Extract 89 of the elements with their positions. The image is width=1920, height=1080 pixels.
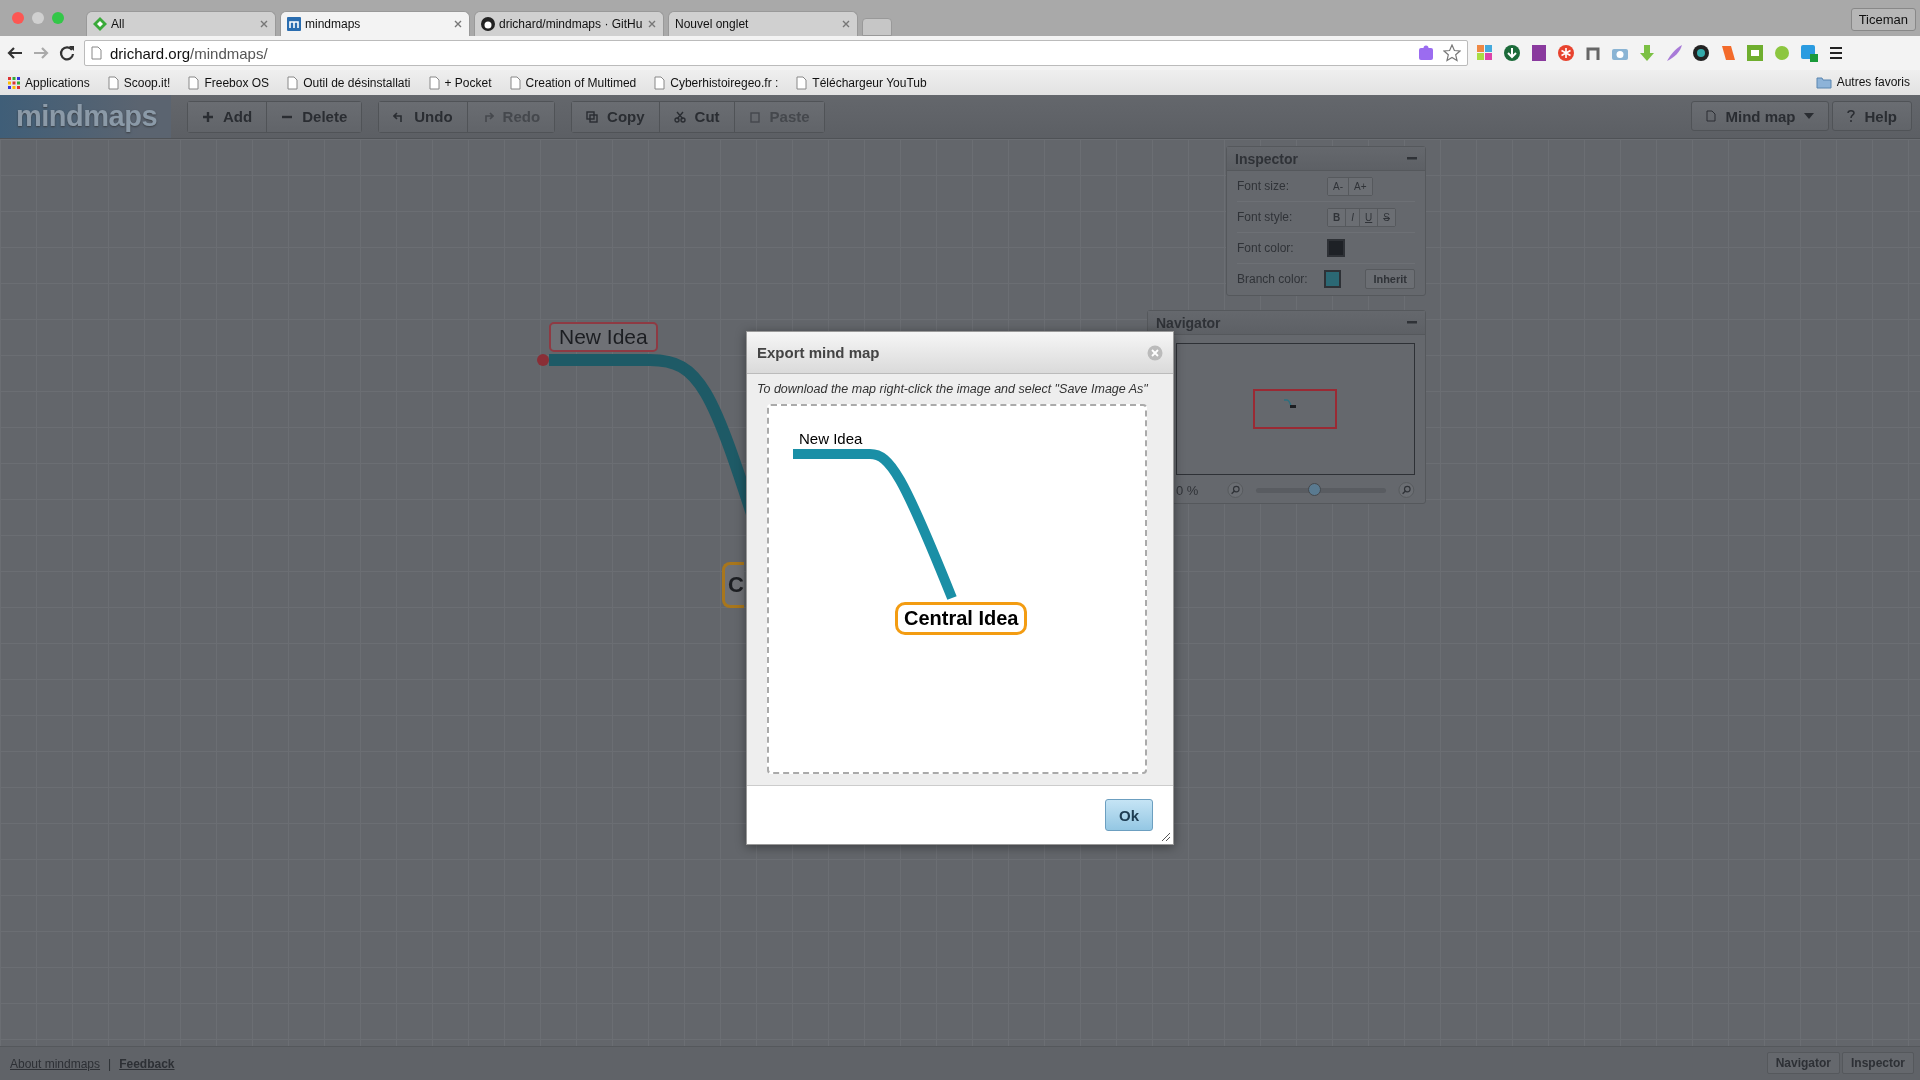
bookmark-link[interactable]: Téléchargeur YouTub [796, 75, 927, 90]
browser-tab[interactable]: mindmaps [280, 11, 470, 36]
download-icon[interactable] [1503, 44, 1521, 62]
help-button[interactable]: Help [1832, 101, 1912, 131]
toolbar-button[interactable]: Cut [659, 101, 735, 132]
collapse-icon[interactable] [1407, 320, 1417, 325]
plus-icon [202, 110, 215, 123]
ok-button[interactable]: Ok [1105, 799, 1153, 831]
bookmark-link[interactable]: Applications [8, 75, 90, 90]
page-icon [107, 75, 119, 90]
copy-icon [586, 110, 599, 123]
toolbar-button[interactable]: Delete [267, 101, 362, 132]
bookmark-link[interactable]: Creation of Multimed [509, 75, 637, 90]
zoom-out-icon[interactable] [1227, 481, 1245, 499]
menu-icon[interactable] [1827, 44, 1845, 62]
font-style-button[interactable]: U [1360, 208, 1379, 226]
close-icon[interactable] [453, 19, 463, 29]
star-icon[interactable] [1443, 44, 1461, 62]
folder-icon [1815, 75, 1832, 89]
scissors-icon [673, 110, 686, 123]
app-logo: mindmaps [0, 95, 172, 138]
page-icon [287, 75, 299, 90]
reload-icon[interactable] [58, 44, 76, 62]
new-tab-button[interactable] [862, 18, 892, 36]
close-icon[interactable] [841, 19, 851, 29]
panel-toggle-button[interactable]: Inspector [1842, 1052, 1914, 1074]
collapse-icon[interactable] [1407, 156, 1417, 161]
toolbar-button[interactable]: Add [188, 101, 268, 132]
apps-grid-icon [8, 76, 20, 89]
bookmark-link[interactable]: Outil de désinstallati [287, 75, 411, 90]
browser-tab[interactable]: All [86, 11, 276, 36]
circle-icon [481, 17, 495, 31]
font-style-button[interactable]: I [1346, 208, 1360, 226]
profile-button[interactable]: Ticeman [1850, 8, 1916, 31]
close-icon[interactable] [1147, 344, 1163, 361]
inherit-button[interactable]: Inherit [1365, 269, 1415, 289]
bookmark-link[interactable]: Scoop.it! [107, 75, 171, 90]
color-swatch[interactable] [1327, 239, 1345, 257]
page-icon [654, 75, 666, 90]
mindmap-node[interactable]: New Idea [549, 322, 658, 352]
toolbar-button[interactable]: Copy [572, 101, 660, 132]
address-field[interactable]: drichard.org/mindmaps/ [84, 40, 1468, 66]
close-icon[interactable] [259, 19, 269, 29]
lens-icon[interactable] [1692, 44, 1710, 62]
font-style-button[interactable]: S [1378, 208, 1395, 226]
panel-toggle-button[interactable]: Navigator [1766, 1052, 1840, 1074]
font-size-button[interactable]: A- [1328, 177, 1349, 195]
grid-icon[interactable] [1476, 44, 1494, 62]
question-icon [1847, 110, 1856, 122]
branch-dot-icon [537, 354, 549, 366]
page-icon [796, 75, 808, 90]
diamond-icon [93, 17, 107, 31]
close-window-icon[interactable] [12, 12, 24, 24]
dialog-hint: To download the map right-click the image and select "Save Image As" [756, 381, 1149, 396]
arrow-down-icon[interactable] [1638, 44, 1656, 62]
branch-drawing [1283, 399, 1297, 409]
bookmark-folder[interactable]: Autres favoris [1815, 75, 1910, 89]
color-swatch[interactable] [1323, 270, 1342, 288]
minimize-window-icon[interactable] [32, 12, 44, 24]
bookmark-link[interactable]: + Pocket [428, 75, 492, 90]
caret-icon [1804, 113, 1815, 119]
menu-button[interactable]: Mind map [1691, 101, 1830, 131]
font-style-button[interactable]: B [1328, 208, 1347, 226]
mindmap-node[interactable]: C [722, 562, 744, 608]
asterisk-icon[interactable] [1557, 44, 1575, 62]
browser-tab[interactable]: Nouvel onglet [668, 11, 858, 36]
zoom-in-icon[interactable] [1398, 481, 1415, 499]
separator: | [108, 1056, 112, 1071]
close-icon[interactable] [647, 19, 657, 29]
page-icon [91, 46, 102, 60]
font-size-button[interactable]: A+ [1349, 177, 1372, 195]
page-icon [188, 75, 200, 90]
document-icon [1706, 110, 1717, 122]
dot-icon[interactable] [1773, 44, 1791, 62]
clipboard-icon [748, 110, 761, 123]
resize-grip-icon[interactable] [1161, 832, 1171, 842]
bookmark-link[interactable]: Freebox OS [188, 75, 270, 90]
slider-thumb[interactable] [1307, 482, 1321, 496]
square-icon [287, 17, 301, 31]
puzzle-icon[interactable] [1417, 45, 1435, 61]
dialog-title: Export mind map [757, 344, 880, 361]
node-label: New Idea [799, 430, 863, 447]
page-icon [428, 75, 440, 90]
toolbar-button[interactable]: Undo [379, 101, 468, 132]
browser-tab[interactable]: drichard/mindmaps · GitHu [474, 11, 664, 36]
page-icon [509, 75, 521, 90]
feather-icon[interactable] [1665, 44, 1683, 62]
bookmark-link[interactable]: Cyberhistoiregeo.fr : [654, 75, 779, 90]
mindmap-node: Central Idea [895, 602, 1028, 635]
